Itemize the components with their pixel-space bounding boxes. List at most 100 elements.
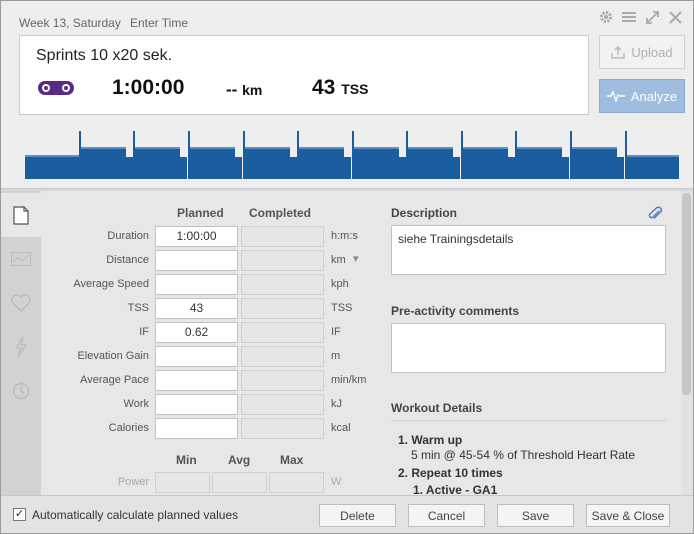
summary-tss: 43 TSS	[312, 76, 368, 100]
time-tab[interactable]	[1, 369, 41, 413]
cancel-button[interactable]: Cancel	[408, 504, 485, 527]
profile-gap-block	[180, 157, 187, 179]
elevation-gain-completed-input[interactable]	[241, 346, 324, 367]
distance-completed-input[interactable]	[241, 250, 324, 271]
average-pace-unit: min/km	[331, 374, 367, 386]
bike-icon	[38, 81, 74, 95]
summary-tss-unit: TSS	[341, 81, 369, 97]
planned-header: Planned	[177, 206, 224, 220]
profile-gap-block	[453, 157, 460, 179]
duration-unit: h:m:s	[331, 230, 358, 242]
calories-completed-input[interactable]	[241, 418, 324, 439]
profile-recovery-block	[463, 149, 508, 179]
summary-distance-unit: km	[242, 82, 263, 98]
profile-gap-block	[617, 157, 624, 179]
upload-button[interactable]: Upload	[599, 35, 685, 69]
summary-tab[interactable]	[1, 193, 41, 237]
profile-recovery-edge	[517, 147, 562, 149]
profile-recovery-edge	[81, 147, 126, 149]
workout-title[interactable]: Sprints 10 x20 sek.	[36, 47, 172, 65]
average-pace-completed-input[interactable]	[241, 370, 324, 391]
min-header: Min	[176, 453, 197, 467]
power-min-input[interactable]	[155, 472, 210, 493]
elevation-gain-label: Elevation Gain	[77, 350, 149, 362]
if-planned-input[interactable]: 0.62	[155, 322, 238, 343]
analyze-label: Analyze	[630, 88, 678, 104]
power-max-input[interactable]	[269, 472, 324, 493]
duration-completed-input[interactable]	[241, 226, 324, 247]
auto-calc-label[interactable]: Automatically calculate planned values	[32, 508, 238, 522]
close-icon[interactable]	[667, 9, 683, 25]
save-close-button[interactable]: Save & Close	[586, 504, 670, 527]
scrollbar-thumb[interactable]	[682, 193, 691, 395]
average-speed-label: Average Speed	[73, 278, 149, 290]
workout-step-repeat: 2. Repeat 10 times	[398, 466, 503, 480]
power-avg-input[interactable]	[212, 472, 267, 493]
pulse-icon	[606, 90, 625, 102]
heart-tab[interactable]	[1, 281, 41, 325]
elevation-gain-planned-input[interactable]	[155, 346, 238, 367]
distance-planned-input[interactable]	[155, 250, 238, 271]
delete-button[interactable]: Delete	[319, 504, 396, 527]
profile-sprint-bar	[243, 131, 245, 179]
profile-recovery-edge	[408, 147, 453, 149]
upload-label: Upload	[631, 44, 673, 60]
elevation-gain-unit: m	[331, 350, 341, 362]
profile-recovery-block	[135, 149, 180, 179]
description-textarea[interactable]: siehe Trainingsdetails	[391, 225, 666, 275]
if-label: IF	[139, 326, 149, 338]
expand-icon[interactable]	[644, 9, 660, 25]
profile-recovery-block	[190, 149, 235, 179]
dialog-footer: ✓ Automatically calculate planned values…	[1, 495, 693, 533]
tss-label: TSS	[127, 302, 149, 314]
workout-date: Week 13, Saturday	[19, 16, 121, 30]
profile-sprint-bar	[625, 131, 627, 179]
profile-cooldown-edge	[627, 155, 679, 157]
profile-cooldown-block	[627, 157, 679, 179]
pre-activity-textarea[interactable]	[391, 323, 666, 373]
distance-unit[interactable]: km	[331, 254, 346, 266]
profile-recovery-edge	[463, 147, 508, 149]
side-tab-rail	[1, 191, 41, 495]
calories-planned-input[interactable]	[155, 418, 238, 439]
profile-recovery-edge	[190, 147, 235, 149]
duration-planned-input[interactable]: 1:00:00	[155, 226, 238, 247]
profile-recovery-edge	[135, 147, 180, 149]
header-icons	[598, 9, 683, 25]
profile-recovery-block	[81, 149, 126, 179]
upload-icon	[611, 45, 626, 59]
chart-tab[interactable]	[1, 237, 41, 281]
menu-icon[interactable]	[621, 9, 637, 25]
tss-planned-input[interactable]: 43	[155, 298, 238, 319]
power-label: Power	[117, 476, 149, 488]
profile-recovery-edge	[245, 147, 290, 149]
if-completed-input[interactable]	[241, 322, 324, 343]
work-planned-input[interactable]	[155, 394, 238, 415]
analyze-button[interactable]: Analyze	[599, 79, 685, 113]
average-speed-planned-input[interactable]	[155, 274, 238, 295]
gear-icon[interactable]	[598, 9, 614, 25]
profile-gap-block	[235, 157, 242, 179]
profile-sprint-bar	[461, 131, 463, 179]
work-unit: kJ	[331, 398, 342, 410]
profile-sprint-bar	[406, 131, 408, 179]
average-speed-completed-input[interactable]	[241, 274, 324, 295]
average-pace-label: Average Pace	[80, 374, 149, 386]
average-pace-planned-input[interactable]	[155, 370, 238, 391]
calories-unit: kcal	[331, 422, 351, 434]
power-tab[interactable]	[1, 325, 41, 369]
profile-sprint-bar	[79, 131, 81, 179]
workout-dialog: Week 13, Saturday Enter Time Sprints 10 …	[0, 0, 694, 534]
save-button[interactable]: Save	[497, 504, 574, 527]
work-completed-input[interactable]	[241, 394, 324, 415]
enter-time-link[interactable]: Enter Time	[130, 16, 188, 30]
profile-sprint-bar	[515, 131, 517, 179]
profile-gap-block	[508, 157, 515, 179]
summary-distance: -- km	[226, 80, 262, 100]
tss-completed-input[interactable]	[241, 298, 324, 319]
profile-gap-block	[562, 157, 569, 179]
paperclip-icon[interactable]	[648, 206, 662, 222]
auto-calc-checkbox[interactable]: ✓	[13, 508, 26, 521]
distance-unit-dropdown-icon[interactable]: ▾	[353, 252, 359, 265]
pre-activity-heading: Pre-activity comments	[391, 304, 520, 318]
